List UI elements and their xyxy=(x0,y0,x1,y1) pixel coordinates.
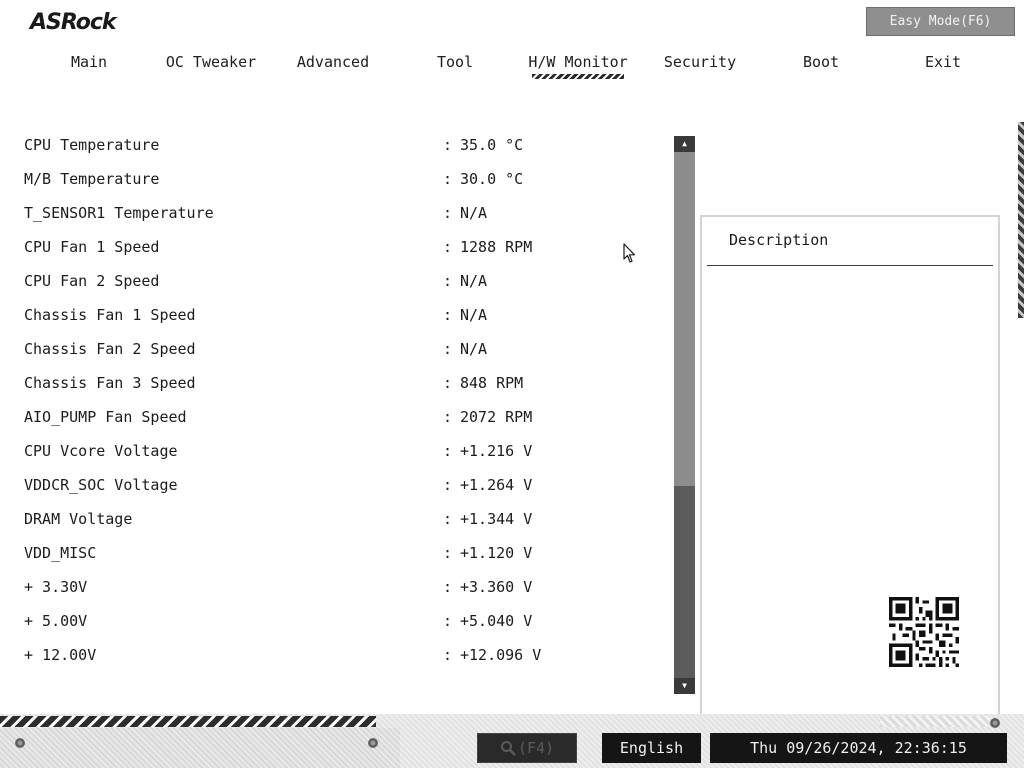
hw-label: VDD_MISC xyxy=(24,544,97,562)
scrollbar-thumb[interactable] xyxy=(674,152,695,486)
hw-row[interactable]: + 3.30V: +3.360 V xyxy=(0,574,670,600)
footer-right-stripe xyxy=(880,716,990,727)
hw-row[interactable]: Chassis Fan 2 Speed: N/A xyxy=(0,336,670,362)
edge-decoration xyxy=(1018,122,1024,318)
hw-label: CPU Vcore Voltage xyxy=(24,442,178,460)
hw-label: M/B Temperature xyxy=(24,170,160,188)
hw-label: + 3.30V xyxy=(24,578,88,596)
description-title: Description xyxy=(729,231,829,249)
tab-tool[interactable]: Tool xyxy=(394,52,516,74)
hw-value: N/A xyxy=(460,204,488,222)
hw-row[interactable]: + 12.00V: +12.096 V xyxy=(0,642,670,668)
hw-separator: : xyxy=(443,578,453,596)
hw-row[interactable]: Chassis Fan 3 Speed:848 RPM xyxy=(0,370,670,396)
qr-code-icon xyxy=(889,597,959,667)
hw-label: DRAM Voltage xyxy=(24,510,133,528)
hw-row[interactable]: CPU Fan 2 Speed: N/A xyxy=(0,268,670,294)
hw-label: Chassis Fan 1 Speed xyxy=(24,306,196,324)
hw-row[interactable]: DRAM Voltage: +1.344 V xyxy=(0,506,670,532)
screw-icon xyxy=(368,738,378,748)
datetime-display: Thu 09/26/2024, 22:36:15 xyxy=(710,733,1007,763)
hw-separator: : xyxy=(443,476,453,494)
tab-main[interactable]: Main xyxy=(28,52,150,74)
hw-separator: : xyxy=(443,442,453,460)
hw-value: 848 RPM xyxy=(460,374,524,392)
hw-label: Chassis Fan 2 Speed xyxy=(24,340,196,358)
hw-row[interactable]: CPU Fan 1 Speed:1288 RPM xyxy=(0,234,670,260)
easy-mode-button[interactable]: Easy Mode(F6) xyxy=(866,7,1015,36)
hw-row[interactable]: CPU Temperature:35.0 °C xyxy=(0,132,670,158)
hw-separator: : xyxy=(443,340,453,358)
hw-row[interactable]: VDDCR_SOC Voltage: +1.264 V xyxy=(0,472,670,498)
hw-separator: : xyxy=(443,204,453,222)
hw-separator: : xyxy=(443,646,453,664)
hw-value: +12.096 V xyxy=(460,646,542,664)
hw-value: 35.0 °C xyxy=(460,136,524,154)
hw-separator: : xyxy=(443,272,453,290)
arrow-down-icon[interactable]: ▼ xyxy=(674,678,695,694)
hw-separator: : xyxy=(443,136,453,154)
hw-separator: : xyxy=(443,544,453,562)
hw-label: T_SENSOR1 Temperature xyxy=(24,204,214,222)
hw-value: +1.216 V xyxy=(460,442,533,460)
footer-left-plate xyxy=(0,728,400,768)
asrock-logo: ASRock xyxy=(30,10,117,35)
hw-label: AIO_PUMP Fan Speed xyxy=(24,408,187,426)
hw-value: 1288 RPM xyxy=(460,238,533,256)
hw-row[interactable]: T_SENSOR1 Temperature: N/A xyxy=(0,200,670,226)
hw-label: Chassis Fan 3 Speed xyxy=(24,374,196,392)
hw-label: + 5.00V xyxy=(24,612,88,630)
hw-row[interactable]: Chassis Fan 1 Speed: N/A xyxy=(0,302,670,328)
tab-exit[interactable]: Exit xyxy=(882,52,1004,74)
hw-label: CPU Fan 1 Speed xyxy=(24,238,160,256)
hw-separator: : xyxy=(443,510,453,528)
search-button[interactable]: (F4) xyxy=(477,733,577,763)
hw-label: CPU Temperature xyxy=(24,136,160,154)
hw-label: VDDCR_SOC Voltage xyxy=(24,476,178,494)
hw-value: +1.344 V xyxy=(460,510,533,528)
tab-advanced[interactable]: Advanced xyxy=(272,52,394,74)
description-panel: Description xyxy=(700,215,1000,719)
main-tab-bar: Main OC Tweaker Advanced Tool H/W Monitor Sec… xyxy=(0,52,1024,82)
hw-value: +1.120 V xyxy=(460,544,533,562)
hw-separator: : xyxy=(443,374,453,392)
mouse-pointer-icon xyxy=(623,243,636,263)
screw-icon xyxy=(990,718,1000,728)
hw-row[interactable]: AIO_PUMP Fan Speed:2072 RPM xyxy=(0,404,670,430)
hw-value: 2072 RPM xyxy=(460,408,533,426)
tab-oc-tweaker[interactable]: OC Tweaker xyxy=(150,52,272,74)
hw-separator: : xyxy=(443,612,453,630)
hw-value: N/A xyxy=(460,340,488,358)
hw-value: +1.264 V xyxy=(460,476,533,494)
hw-separator: : xyxy=(443,408,453,426)
hw-value: N/A xyxy=(460,272,488,290)
tab-h-w-monitor[interactable]: H/W Monitor xyxy=(517,52,639,79)
search-icon xyxy=(500,741,516,756)
hw-row[interactable]: M/B Temperature:30.0 °C xyxy=(0,166,670,192)
hw-row[interactable]: VDD_MISC: +1.120 V xyxy=(0,540,670,566)
hw-separator: : xyxy=(443,238,453,256)
search-label: (F4) xyxy=(517,739,555,757)
footer-hazard-stripe xyxy=(0,716,376,727)
tab-security[interactable]: Security xyxy=(639,52,761,74)
hw-value: 30.0 °C xyxy=(460,170,524,188)
language-button[interactable]: English xyxy=(602,733,701,763)
hw-label: CPU Fan 2 Speed xyxy=(24,272,160,290)
description-divider xyxy=(707,265,993,266)
list-scrollbar[interactable]: ▲ ▼ xyxy=(674,136,695,694)
hw-row[interactable]: + 5.00V: +5.040 V xyxy=(0,608,670,634)
arrow-up-icon[interactable]: ▲ xyxy=(674,136,695,152)
hw-row[interactable]: CPU Vcore Voltage: +1.216 V xyxy=(0,438,670,464)
hw-value: +3.360 V xyxy=(460,578,533,596)
hw-separator: : xyxy=(443,306,453,324)
hw-value: +5.040 V xyxy=(460,612,533,630)
hw-value: N/A xyxy=(460,306,488,324)
tab-boot[interactable]: Boot xyxy=(760,52,882,74)
hw-label: + 12.00V xyxy=(24,646,97,664)
screw-icon xyxy=(15,738,25,748)
hw-separator: : xyxy=(443,170,453,188)
